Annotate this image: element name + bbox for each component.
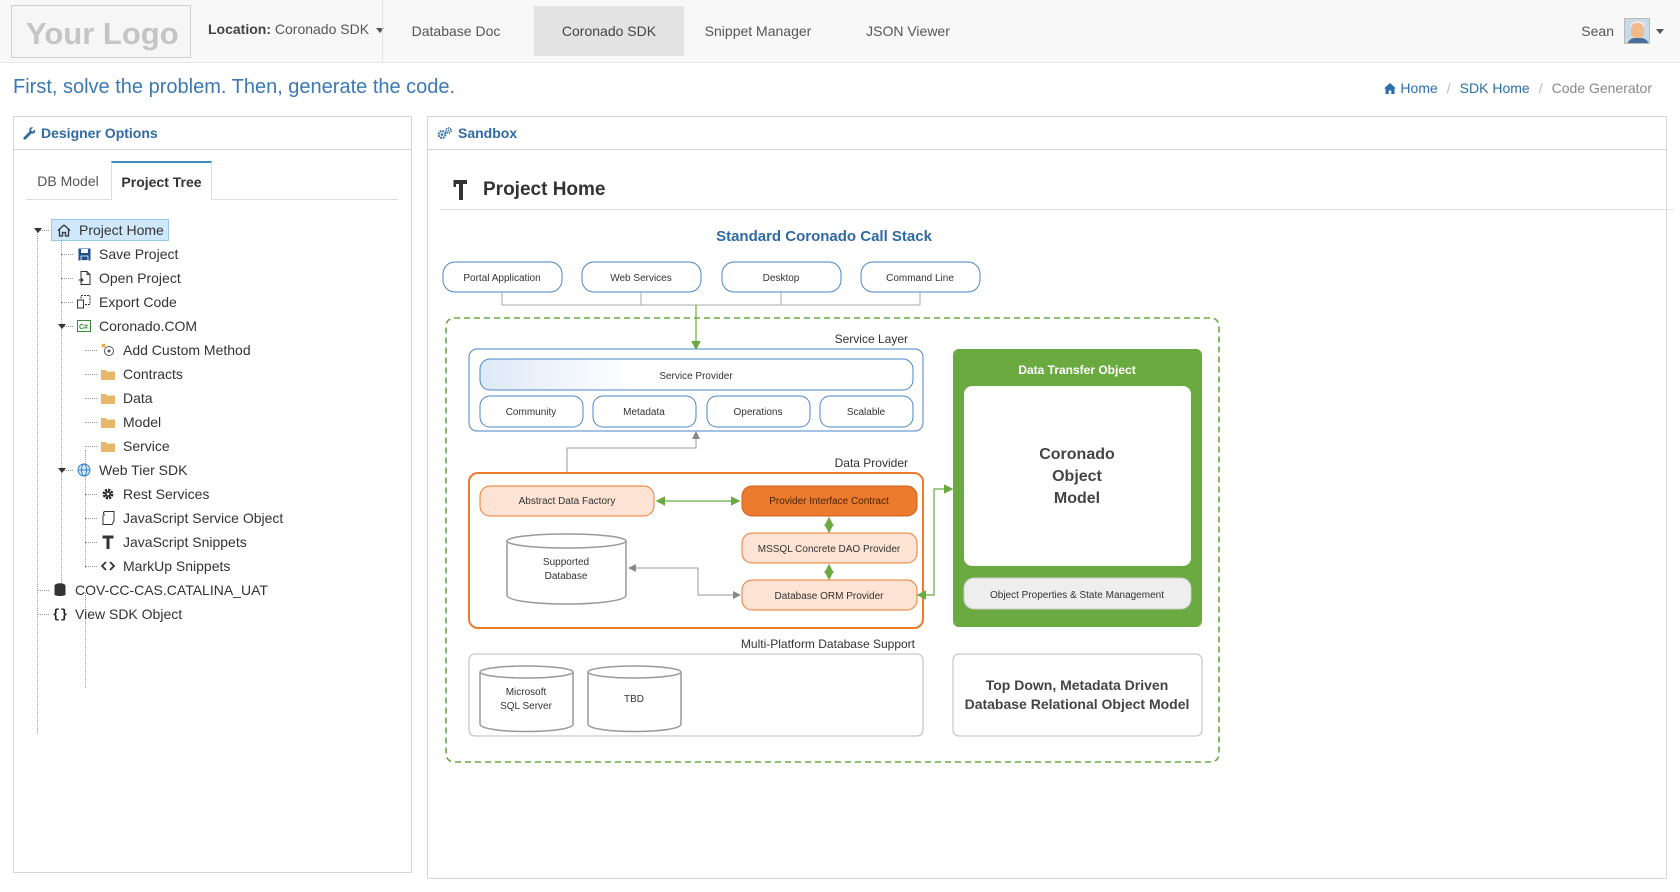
svg-text:Data Transfer Object: Data Transfer Object	[1018, 363, 1135, 377]
svg-text:Community: Community	[506, 407, 557, 418]
service-item-community: Community	[479, 395, 584, 428]
svg-text:Provider Interface Contract: Provider Interface Contract	[769, 496, 889, 507]
service-layer-label: Service Layer	[835, 332, 908, 346]
database-orm-provider-box: Database ORM Provider	[741, 579, 918, 611]
data-provider-label: Data Provider	[835, 456, 908, 470]
provider-interface-contract-box: Provider Interface Contract	[741, 485, 918, 517]
supported-database-cylinder: Supported Database	[506, 533, 627, 605]
svg-text:Microsoft: Microsoft	[506, 687, 547, 698]
call-stack-diagram: Standard Coronado Call Stack Portal Appl…	[442, 228, 1220, 763]
svg-text:Command Line: Command Line	[886, 273, 954, 284]
service-provider-box: Service Provider	[479, 358, 914, 391]
svg-text:Top Down, Metadata Driven: Top Down, Metadata Driven	[986, 677, 1169, 693]
svg-text:Database Relational Object Mod: Database Relational Object Model	[965, 696, 1190, 712]
svg-text:Coronado: Coronado	[1039, 446, 1115, 463]
svg-text:Object Properties & State Mana: Object Properties & State Management	[990, 590, 1164, 601]
svg-text:Web Services: Web Services	[610, 273, 672, 284]
client-command-line: Command Line	[860, 261, 981, 293]
diagram-caption-box: Top Down, Metadata Driven Database Relat…	[952, 653, 1203, 737]
svg-text:Desktop: Desktop	[763, 273, 800, 284]
client-web-services: Web Services	[581, 261, 702, 293]
mssql-dao-provider-box: MSSQL Concrete DAO Provider	[741, 532, 918, 564]
client-desktop: Desktop	[721, 261, 842, 293]
diagram-title: Standard Coronado Call Stack	[716, 228, 933, 245]
sandbox-panel: Sandbox Project Home Standard Coronado C…	[427, 116, 1674, 879]
svg-text:Portal Application: Portal Application	[463, 273, 540, 284]
svg-text:Service Provider: Service Provider	[659, 371, 733, 382]
multi-platform-label: Multi-Platform Database Support	[741, 637, 916, 651]
svg-text:Supported: Supported	[543, 557, 589, 568]
service-item-metadata: Metadata	[592, 395, 697, 428]
svg-text:MSSQL Concrete DAO Provider: MSSQL Concrete DAO Provider	[758, 544, 901, 555]
tbd-cylinder: TBD	[587, 665, 682, 733]
svg-text:Scalable: Scalable	[847, 407, 886, 418]
svg-text:Model: Model	[1054, 490, 1100, 507]
svg-text:Metadata: Metadata	[623, 407, 665, 418]
svg-text:Abstract Data Factory: Abstract Data Factory	[519, 496, 616, 507]
svg-text:SQL Server: SQL Server	[500, 701, 553, 712]
svg-text:Database ORM Provider: Database ORM Provider	[775, 591, 885, 602]
svg-text:Object: Object	[1052, 468, 1102, 485]
service-item-operations: Operations	[706, 395, 811, 428]
svg-text:TBD: TBD	[624, 694, 644, 705]
sql-server-cylinder: Microsoft SQL Server	[479, 665, 574, 733]
service-item-scalable: Scalable	[819, 395, 914, 428]
client-portal-application: Portal Application	[442, 261, 563, 293]
svg-text:Operations: Operations	[734, 407, 783, 418]
data-transfer-object-box: Data Transfer Object Coronado Object Mod…	[953, 349, 1202, 627]
svg-text:Database: Database	[545, 571, 588, 582]
abstract-data-factory-box: Abstract Data Factory	[479, 485, 655, 517]
